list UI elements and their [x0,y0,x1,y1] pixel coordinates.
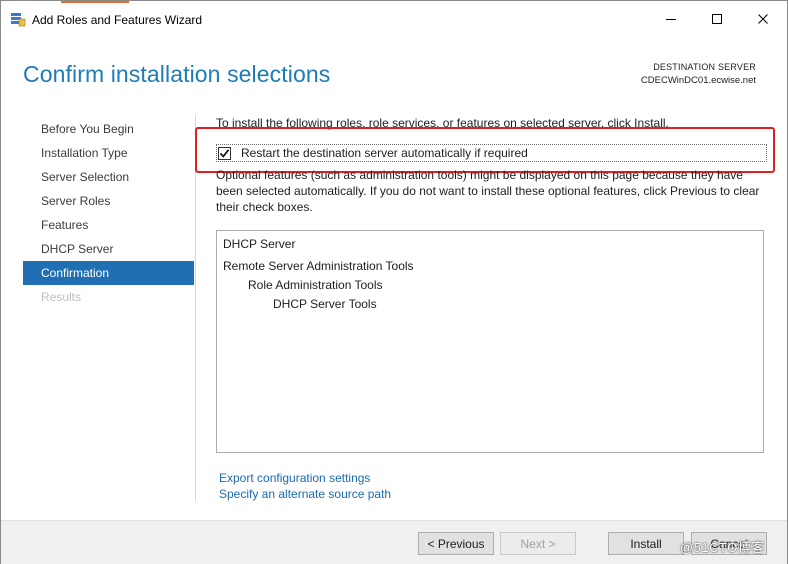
features-list[interactable]: DHCP Server Remote Server Administration… [216,230,764,453]
nav-item-confirmation[interactable]: Confirmation [23,261,194,285]
page-title: Confirm installation selections [23,61,331,87]
nav-item-features[interactable]: Features [23,213,194,237]
next-button: Next > [500,532,576,555]
title-bar: Add Roles and Features Wizard [1,1,787,37]
feature-dhcp-server: DHCP Server [223,237,296,251]
close-button[interactable] [740,1,786,37]
nav-item-server-roles[interactable]: Server Roles [23,189,194,213]
nav-divider [195,115,196,501]
feature-role-admin-tools: Role Administration Tools [248,278,383,292]
nav-item-installation-type[interactable]: Installation Type [23,141,194,165]
nav-item-results: Results [41,290,82,304]
window-title: Add Roles and Features Wizard [32,13,203,27]
minimize-button[interactable] [648,1,694,37]
optional-features-note: Optional features (such as administratio… [216,168,760,214]
maximize-icon [712,14,722,24]
wizard-nav: Before You Begin Installation Type Serve… [23,117,194,309]
server-manager-icon [11,13,26,27]
minimize-icon [666,19,676,20]
alternate-source-link[interactable]: Specify an alternate source path [219,487,391,501]
destination-server-label: DESTINATION SERVER [653,62,756,72]
destination-server-name: CDECWinDC01.ecwise.net [640,75,756,86]
wizard-window: Add Roles and Features Wizard Confirm in… [0,0,788,564]
feature-dhcp-server-tools: DHCP Server Tools [273,297,377,311]
watermark: @51CTO博客 [680,540,765,555]
maximize-button[interactable] [694,1,740,37]
feature-rsat: Remote Server Administration Tools [223,259,414,273]
nav-item-before-you-begin[interactable]: Before You Begin [23,117,194,141]
accent-strip [61,1,129,3]
export-configuration-link[interactable]: Export configuration settings [219,471,370,485]
nav-item-server-selection[interactable]: Server Selection [23,165,194,189]
previous-button[interactable]: < Previous [418,532,494,555]
nav-item-dhcp-server[interactable]: DHCP Server [23,237,194,261]
wizard-footer: < Previous Next > Install Cancel [1,520,787,564]
install-button[interactable]: Install [608,532,684,555]
close-icon [758,14,768,24]
